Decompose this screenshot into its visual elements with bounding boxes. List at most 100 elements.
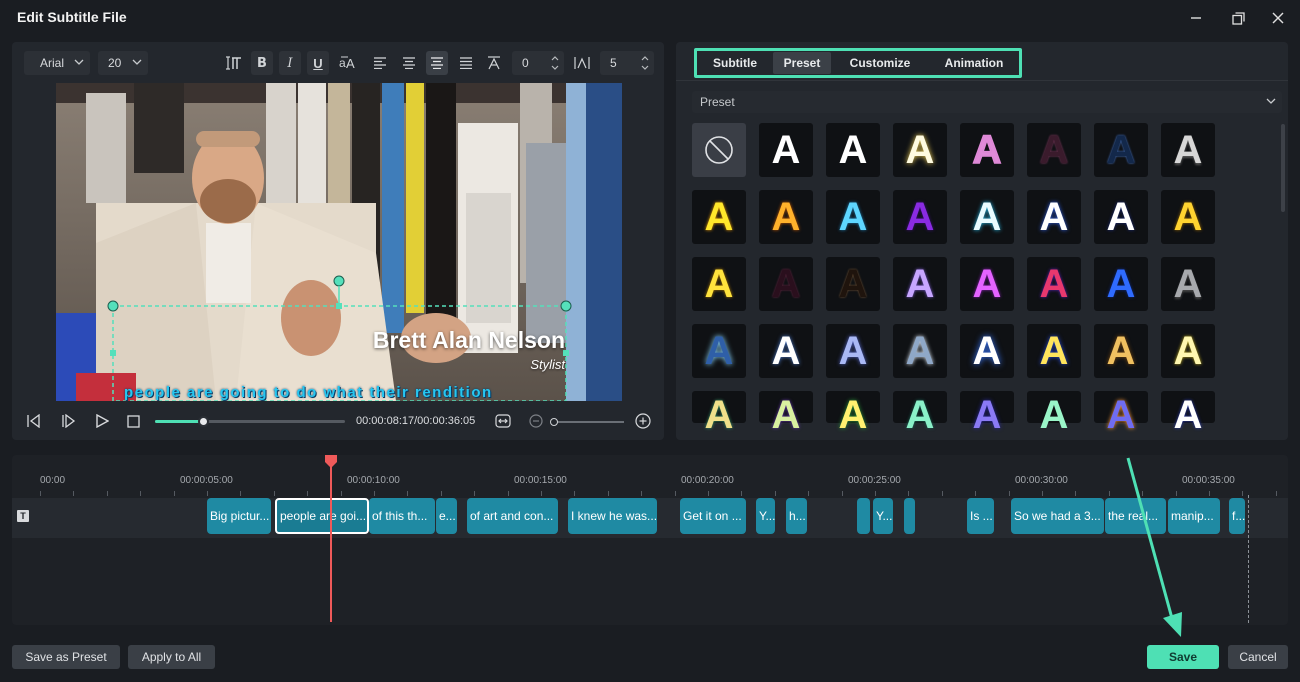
preset-style-blue-outline[interactable]: A xyxy=(1094,123,1148,177)
subtitle-clip[interactable]: Y... xyxy=(756,498,775,534)
preset-style-yellow-outline[interactable]: A xyxy=(1161,324,1215,378)
preset-style-cyan[interactable]: A xyxy=(826,190,880,244)
preset-style-orange[interactable]: A xyxy=(759,190,813,244)
subtitle-clip[interactable]: the real... xyxy=(1105,498,1166,534)
preset-style-gold[interactable]: A xyxy=(1161,190,1215,244)
zoom-slider[interactable] xyxy=(550,418,624,426)
preset-style-royal-blue[interactable]: A xyxy=(1094,257,1148,311)
subtitle-clip[interactable]: of art and con... xyxy=(467,498,558,534)
preset-style-white-glow[interactable]: A xyxy=(893,123,947,177)
preset-scrollbar[interactable] xyxy=(1281,124,1285,212)
preset-style-white-bold[interactable]: A xyxy=(826,123,880,177)
italic-button[interactable]: I xyxy=(279,51,301,75)
playback-progress-handle[interactable] xyxy=(198,416,210,427)
subtitle-clip[interactable]: of this th... xyxy=(369,498,435,534)
preset-style-yellow-bright[interactable]: A xyxy=(692,257,746,311)
subtitle-clip[interactable]: h... xyxy=(786,498,807,534)
preset-style-navy-white[interactable]: A xyxy=(1161,391,1215,435)
preset-style-multi-1[interactable]: A xyxy=(692,391,746,435)
minimize-icon[interactable] xyxy=(1184,6,1208,30)
preset-style-yellow[interactable]: A xyxy=(692,190,746,244)
tab-customize[interactable]: Customize xyxy=(831,52,929,74)
preset-style-indigo[interactable]: A xyxy=(960,391,1014,435)
playhead-line[interactable] xyxy=(330,467,332,622)
preset-style-blue-glow[interactable]: A xyxy=(692,324,746,378)
tab-subtitle[interactable]: Subtitle xyxy=(697,52,773,74)
previous-frame-icon[interactable] xyxy=(24,412,44,430)
subtitle-clip[interactable]: So we had a 3... xyxy=(1011,498,1104,534)
preset-category-select[interactable]: Preset xyxy=(692,91,1282,113)
letter-spacing-stepper[interactable]: 0 xyxy=(512,51,564,75)
stepper-arrows-icon[interactable] xyxy=(640,54,650,72)
save-button[interactable]: Save xyxy=(1147,645,1219,669)
stepper-arrows-icon[interactable] xyxy=(550,54,560,72)
subtitle-overlay[interactable]: people are going to do what their rendit… xyxy=(124,384,493,401)
subtitle-clip[interactable]: e... xyxy=(436,498,457,534)
tab-animation[interactable]: Animation xyxy=(929,52,1019,74)
restore-icon[interactable] xyxy=(1226,6,1250,30)
apply-to-all-button[interactable]: Apply to All xyxy=(128,645,215,669)
preset-style-lavender[interactable]: A xyxy=(893,257,947,311)
subtitle-clip[interactable] xyxy=(857,498,870,534)
preset-style-multi-3[interactable]: A xyxy=(826,391,880,435)
preset-style-mint[interactable]: A xyxy=(1027,391,1081,435)
font-select[interactable]: Arial xyxy=(24,51,90,75)
preset-style-white-cyan[interactable]: A xyxy=(960,190,1014,244)
preset-style-blue-white-glow[interactable]: A xyxy=(960,324,1014,378)
text-case-icon[interactable]: aA xyxy=(338,51,360,75)
preset-style-blue-white[interactable]: A xyxy=(759,324,813,378)
preset-style-gold-brown[interactable]: A xyxy=(1094,324,1148,378)
text-height-icon[interactable] xyxy=(223,51,245,75)
font-size-select[interactable]: 20 xyxy=(98,51,148,75)
line-spacing-stepper[interactable]: 5 xyxy=(600,51,654,75)
preset-style-cobalt[interactable]: A xyxy=(1094,391,1148,435)
preset-style-yellow-blue[interactable]: A xyxy=(1027,324,1081,378)
zoom-in-icon[interactable] xyxy=(633,412,653,430)
subtitle-clip[interactable]: Is ... xyxy=(967,498,994,534)
align-justify-icon[interactable] xyxy=(455,51,477,75)
preset-style-white-blue[interactable]: A xyxy=(1027,190,1081,244)
next-frame-icon[interactable] xyxy=(58,412,78,430)
preset-style-dark-brown[interactable]: A xyxy=(826,257,880,311)
playhead-handle[interactable] xyxy=(324,455,338,469)
preset-style-purple[interactable]: A xyxy=(893,190,947,244)
play-icon[interactable] xyxy=(92,412,112,430)
subtitle-clip[interactable]: f... xyxy=(1229,498,1245,534)
fit-width-icon[interactable] xyxy=(493,412,513,430)
playback-progress-bar[interactable] xyxy=(155,416,345,427)
preset-style-magenta-red[interactable]: A xyxy=(1027,257,1081,311)
align-left-icon[interactable] xyxy=(369,51,391,75)
subtitle-clip[interactable]: I knew he was... xyxy=(568,498,657,534)
preset-style-gray[interactable]: A xyxy=(1161,257,1215,311)
stop-icon[interactable] xyxy=(123,412,143,430)
preset-style-silver[interactable]: A xyxy=(1161,123,1215,177)
subtitle-clip[interactable]: manip... xyxy=(1168,498,1220,534)
preset-style-dark-maroon[interactable]: A xyxy=(759,257,813,311)
preset-style-maroon-outline[interactable]: A xyxy=(1027,123,1081,177)
preset-style-periwinkle[interactable]: A xyxy=(826,324,880,378)
align-center-icon[interactable] xyxy=(398,51,420,75)
preset-style-white[interactable]: A xyxy=(759,123,813,177)
subtitle-clip[interactable] xyxy=(904,498,915,534)
save-as-preset-button[interactable]: Save as Preset xyxy=(12,645,120,669)
zoom-out-icon[interactable] xyxy=(526,412,546,430)
subtitle-clip[interactable]: Y... xyxy=(873,498,893,534)
preset-style-multi-2[interactable]: A xyxy=(759,391,813,435)
cancel-button[interactable]: Cancel xyxy=(1228,645,1288,669)
preset-style-white-navy[interactable]: A xyxy=(1094,190,1148,244)
subtitle-clip[interactable]: Get it on ... xyxy=(680,498,746,534)
align-center-active-icon[interactable] xyxy=(426,51,448,75)
underline-button[interactable]: U xyxy=(307,51,329,75)
subtitle-clip[interactable]: people are goi... xyxy=(275,498,369,534)
subtitle-clip[interactable]: Big pictur... xyxy=(207,498,271,534)
zoom-slider-handle[interactable] xyxy=(550,418,558,426)
bold-button[interactable]: B xyxy=(251,51,273,75)
video-preview[interactable]: Brett Alan Nelson Stylist people are goi… xyxy=(56,83,622,401)
preset-style-none[interactable] xyxy=(692,123,746,177)
close-icon[interactable] xyxy=(1266,6,1290,30)
preset-style-magenta[interactable]: A xyxy=(960,257,1014,311)
preset-style-pink-outline[interactable]: A xyxy=(960,123,1014,177)
preset-style-steel[interactable]: A xyxy=(893,324,947,378)
tab-preset[interactable]: Preset xyxy=(773,52,831,74)
preset-style-teal[interactable]: A xyxy=(893,391,947,435)
